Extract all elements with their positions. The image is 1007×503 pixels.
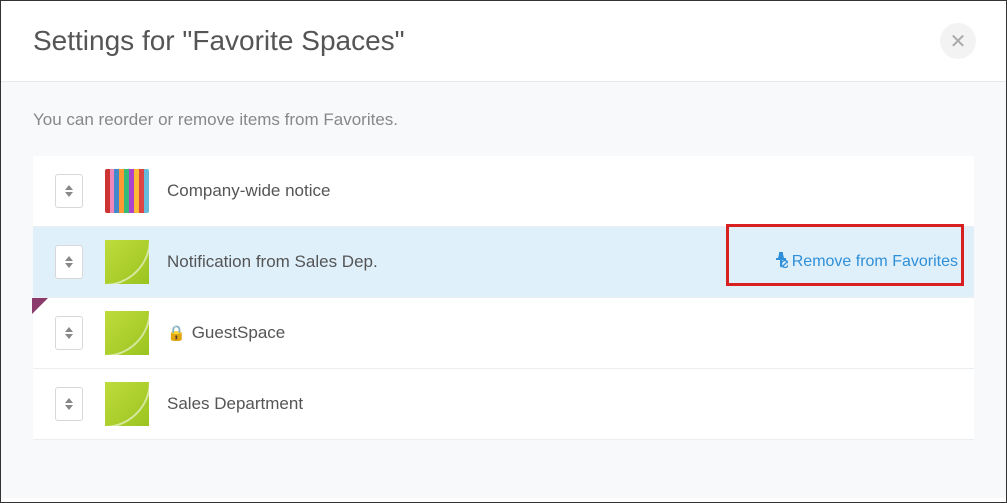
close-icon: ✕ xyxy=(950,29,967,54)
dialog-content: You can reorder or remove items from Fav… xyxy=(1,82,1006,498)
remove-link-label: Remove from Favorites xyxy=(792,253,958,271)
remove-from-favorites-link[interactable]: Remove from Favorites xyxy=(774,252,958,273)
chevron-down-icon xyxy=(65,263,73,268)
item-label: GuestSpace xyxy=(192,323,958,343)
favorites-list: Company-wide notice Notification from Sa… xyxy=(33,156,974,440)
list-item: Company-wide notice xyxy=(33,156,974,227)
chevron-up-icon xyxy=(65,327,73,332)
close-button[interactable]: ✕ xyxy=(940,23,976,59)
chevron-up-icon xyxy=(65,256,73,261)
space-thumbnail xyxy=(105,169,149,213)
chevron-down-icon xyxy=(65,192,73,197)
dialog-header: Settings for "Favorite Spaces" ✕ xyxy=(1,1,1006,82)
chevron-down-icon xyxy=(65,405,73,410)
item-label: Sales Department xyxy=(167,394,958,414)
helper-text: You can reorder or remove items from Fav… xyxy=(33,110,974,130)
chevron-up-icon xyxy=(65,185,73,190)
dialog-title: Settings for "Favorite Spaces" xyxy=(33,25,405,57)
drag-handle[interactable] xyxy=(55,387,83,421)
item-label: Notification from Sales Dep. xyxy=(167,252,774,272)
space-thumbnail xyxy=(105,240,149,284)
chevron-down-icon xyxy=(65,334,73,339)
drag-handle[interactable] xyxy=(55,174,83,208)
item-label: Company-wide notice xyxy=(167,181,958,201)
corner-flag-icon xyxy=(32,298,48,314)
list-item: Notification from Sales Dep. Remove from… xyxy=(33,227,974,298)
list-item: Sales Department xyxy=(33,369,974,440)
drag-handle[interactable] xyxy=(55,245,83,279)
lock-icon: 🔒 xyxy=(167,324,186,342)
space-thumbnail xyxy=(105,311,149,355)
space-thumbnail xyxy=(105,382,149,426)
pin-remove-icon xyxy=(774,252,788,273)
chevron-up-icon xyxy=(65,398,73,403)
drag-handle[interactable] xyxy=(55,316,83,350)
list-item: 🔒 GuestSpace xyxy=(33,298,974,369)
